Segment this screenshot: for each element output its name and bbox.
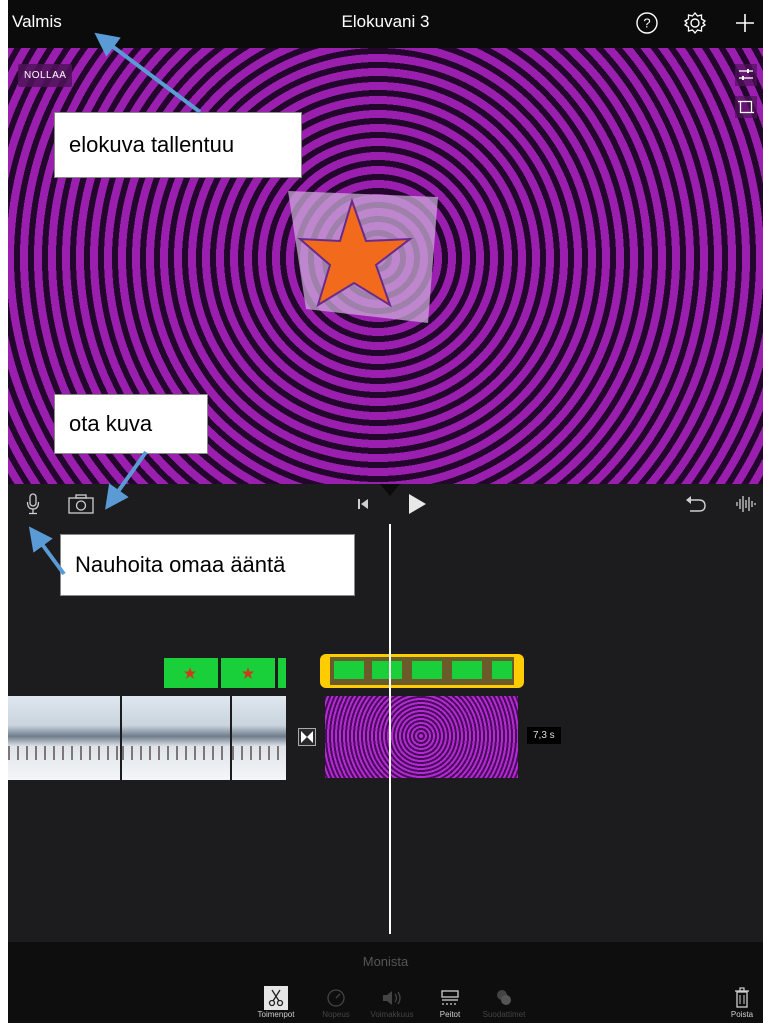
arrow-to-mic xyxy=(28,526,66,576)
annotation-arrows xyxy=(28,32,202,576)
arrow-to-done xyxy=(94,32,202,114)
arrow-to-camera xyxy=(105,450,148,510)
